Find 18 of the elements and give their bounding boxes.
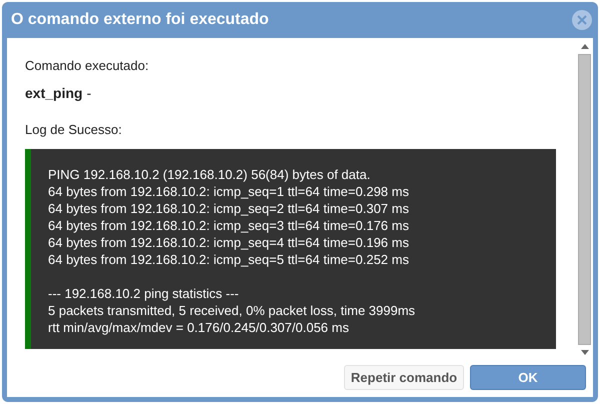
scroll-down-icon [580, 350, 588, 355]
log-line: PING 192.168.10.2 (192.168.10.2) 56(84) bytes of data. [48, 166, 370, 183]
log-line: --- 192.168.10.2 ping statistics --- [48, 285, 239, 302]
command-label: Comando executado: [25, 57, 150, 75]
log-line: 64 bytes from 192.168.10.2: icmp_seq=3 ttl=64 time=0.176 ms [48, 217, 409, 234]
log-line: 64 bytes from 192.168.10.2: icmp_seq=4 ttl=64 time=0.196 ms [48, 234, 409, 251]
command-name: ext_ping [25, 84, 83, 103]
log-line: rtt min/avg/max/mdev = 0.176/0.245/0.307/0.056 ms [48, 319, 349, 336]
log-line: 64 bytes from 192.168.10.2: icmp_seq=5 ttl=64 time=0.252 ms [48, 251, 409, 268]
repeat-button[interactable]: Repetir comando [344, 365, 464, 390]
log-label: Log de Sucesso: [25, 120, 123, 139]
log-line: 5 packets transmitted, 5 received, 0% packet loss, time 3999ms [48, 302, 416, 319]
command-suffix: - [86, 84, 92, 102]
close-icon[interactable] [572, 10, 592, 30]
log-line: 64 bytes from 192.168.10.2: icmp_seq=1 ttl=64 time=0.298 ms [48, 183, 409, 200]
log-line: 64 bytes from 192.168.10.2: icmp_seq=2 ttl=64 time=0.307 ms [48, 200, 409, 217]
scroll-up-icon [580, 44, 588, 49]
window-title: O comando externo foi executado [11, 10, 269, 30]
